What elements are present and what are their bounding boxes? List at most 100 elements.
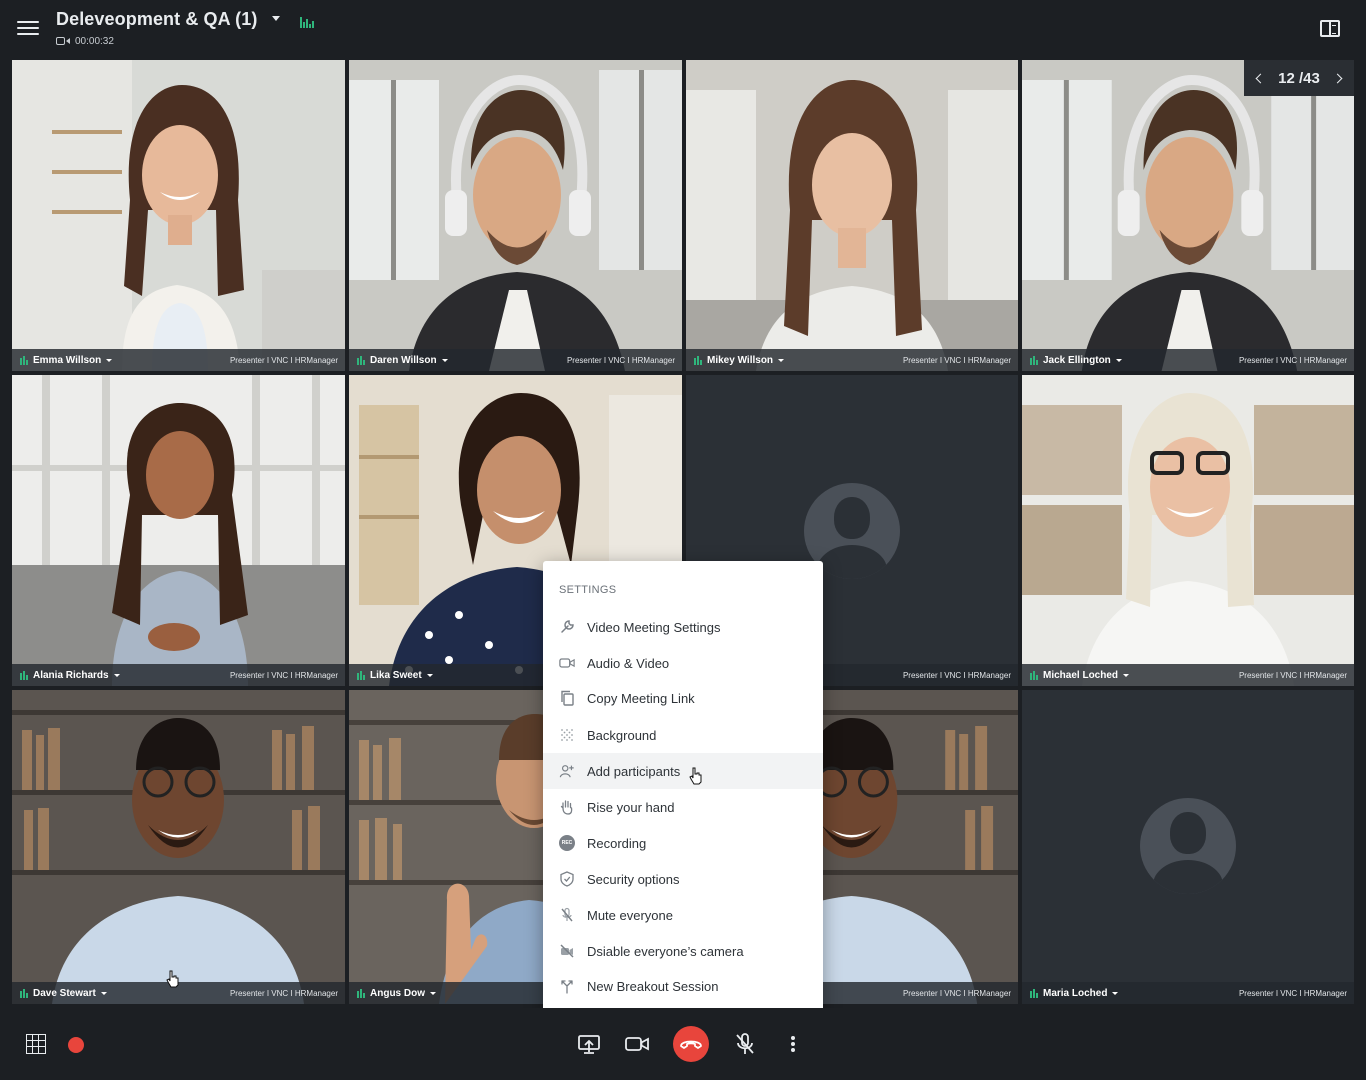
participant-name: Michael Loched (1043, 669, 1119, 681)
menu-item-copy-meeting-link[interactable]: Copy Meeting Link (543, 680, 823, 716)
menu-item-security-options[interactable]: Security options (543, 861, 823, 897)
chevron-down-icon[interactable] (268, 10, 284, 26)
participant-video (12, 690, 345, 1004)
participant-video (349, 60, 682, 371)
meeting-title: Deleveopment & QA (1) (56, 9, 258, 29)
grid-view-icon[interactable] (26, 1034, 46, 1054)
participant-tile[interactable]: Michael Loched Presenter I VNC I HRManag… (1022, 375, 1354, 686)
menu-item-mute-everyone[interactable]: Mute everyone (543, 897, 823, 933)
menu-item-audio-video[interactable]: Audio & Video (543, 645, 823, 681)
participant-role: Presenter I VNC I HRManager (1238, 988, 1347, 998)
video-camera-icon (56, 36, 70, 46)
chevron-down-icon[interactable] (105, 356, 113, 364)
screen-share-button[interactable] (573, 1028, 605, 1060)
participant-nameplate: Daren Willson Presenter I VNC I HRManage… (349, 349, 682, 371)
add-user-icon (559, 763, 575, 779)
menu-item-add-participants[interactable]: Add participants (543, 753, 823, 789)
chevron-down-icon[interactable] (113, 671, 121, 679)
mic-off-icon (736, 1033, 754, 1054)
chevron-down-icon[interactable] (1111, 989, 1119, 997)
menu-item-recording[interactable]: REC Recording (543, 825, 823, 861)
menu-item-label: Mute everyone (587, 907, 673, 923)
participant-tile[interactable]: Alania Richards Presenter I VNC I HRMana… (12, 375, 345, 686)
participant-tile-no-video[interactable]: Maria Loched Presenter I VNC I HRManager (1022, 690, 1354, 1004)
more-vertical-icon (791, 1036, 795, 1052)
video-toggle-button[interactable] (621, 1028, 653, 1060)
participant-name: Lika Sweet (370, 669, 422, 681)
participant-name: Dave Stewart (33, 987, 96, 999)
settings-menu: SETTINGS Video Meeting Settings Audio & … (543, 561, 823, 1016)
participant-role: Presenter I VNC I HRManager (229, 988, 338, 998)
hand-cursor-icon (166, 970, 179, 988)
participant-video (686, 60, 1018, 371)
hang-up-button[interactable] (673, 1026, 709, 1062)
wrench-icon (559, 619, 575, 635)
shield-icon (559, 871, 575, 887)
audio-level-icon (20, 988, 28, 998)
participant-name: Mikey Willson (707, 354, 774, 366)
page-indicator: 12 /43 (1278, 70, 1320, 87)
menu-item-label: Copy Meeting Link (587, 690, 695, 706)
menu-item-new-breakout-session[interactable]: New Breakout Session (543, 968, 823, 1004)
chevron-down-icon[interactable] (429, 989, 437, 997)
menu-item-label: Dsiable everyone’s camera (587, 943, 744, 959)
hamburger-menu-icon[interactable] (16, 18, 40, 38)
sidebar-toggle-icon[interactable] (1320, 20, 1340, 37)
recording-dot-icon[interactable] (68, 1037, 84, 1053)
menu-item-label: Background (587, 727, 657, 743)
chevron-left-icon[interactable] (1252, 71, 1266, 85)
menu-item-video-meeting-settings[interactable]: Video Meeting Settings (543, 609, 823, 645)
mic-toggle-button[interactable] (729, 1028, 761, 1060)
audio-level-icon (357, 355, 365, 365)
participant-tile[interactable]: Mikey Willson Presenter I VNC I HRManage… (686, 60, 1018, 371)
participant-tile[interactable]: Jack Ellington Presenter I VNC I HRManag… (1022, 60, 1354, 371)
breakout-icon (559, 978, 575, 994)
audio-level-icon (20, 670, 28, 680)
participant-nameplate: Jack Ellington Presenter I VNC I HRManag… (1022, 349, 1354, 371)
chevron-down-icon[interactable] (1115, 356, 1123, 364)
meeting-timer: 00:00:32 (56, 34, 114, 48)
chevron-down-icon[interactable] (100, 989, 108, 997)
menu-item-raise-hand[interactable]: Rise your hand (543, 789, 823, 825)
participant-role: Presenter I VNC I HRManager (902, 988, 1011, 998)
mic-off-icon (559, 907, 575, 923)
participant-video (12, 60, 345, 371)
participant-role: Presenter I VNC I HRManager (229, 355, 338, 365)
participant-nameplate: Alania Richards Presenter I VNC I HRMana… (12, 664, 345, 686)
participant-name: Angus Dow (370, 987, 425, 999)
participant-nameplate: Michael Loched Presenter I VNC I HRManag… (1022, 664, 1354, 686)
participant-role: Presenter I VNC I HRManager (229, 670, 338, 680)
audio-level-icon (357, 988, 365, 998)
participant-tile[interactable]: Emma Willson Presenter I VNC I HRManager (12, 60, 345, 371)
menu-item-label: Video Meeting Settings (587, 619, 721, 635)
participant-tile[interactable]: Dave Stewart Presenter I VNC I HRManager (12, 690, 345, 1004)
menu-item-background[interactable]: Background (543, 717, 823, 753)
copy-icon (559, 690, 575, 706)
participant-video (1022, 375, 1354, 686)
chevron-right-icon[interactable] (1332, 71, 1346, 85)
meeting-header: Deleveopment & QA (1) 00:00:32 (0, 0, 1366, 56)
more-options-button[interactable] (777, 1028, 809, 1060)
chevron-down-icon[interactable] (441, 356, 449, 364)
menu-item-label: Audio & Video (587, 655, 670, 671)
chevron-down-icon[interactable] (426, 671, 434, 679)
participant-role: Presenter I VNC I HRManager (902, 670, 1011, 680)
audio-level-icon (694, 355, 702, 365)
hang-up-icon (680, 1040, 702, 1049)
participant-tile[interactable]: Daren Willson Presenter I VNC I HRManage… (349, 60, 682, 371)
page-total: 43 (1303, 69, 1320, 87)
participant-role: Presenter I VNC I HRManager (566, 355, 675, 365)
menu-item-disable-cameras[interactable]: Dsiable everyone’s camera (543, 933, 823, 969)
participant-role: Presenter I VNC I HRManager (902, 355, 1011, 365)
hand-icon (559, 799, 575, 815)
page-navigator: 12 /43 (1244, 60, 1354, 96)
audio-level-icon (300, 14, 316, 28)
rec-icon-text: REC (559, 835, 575, 851)
participant-name: Jack Ellington (1043, 354, 1111, 366)
menu-item-label: Add participants (587, 763, 681, 779)
audio-level-icon (1030, 670, 1038, 680)
participant-name: Emma Willson (33, 354, 102, 366)
chevron-down-icon[interactable] (1122, 671, 1130, 679)
participant-nameplate: Mikey Willson Presenter I VNC I HRManage… (686, 349, 1018, 371)
chevron-down-icon[interactable] (777, 356, 785, 364)
